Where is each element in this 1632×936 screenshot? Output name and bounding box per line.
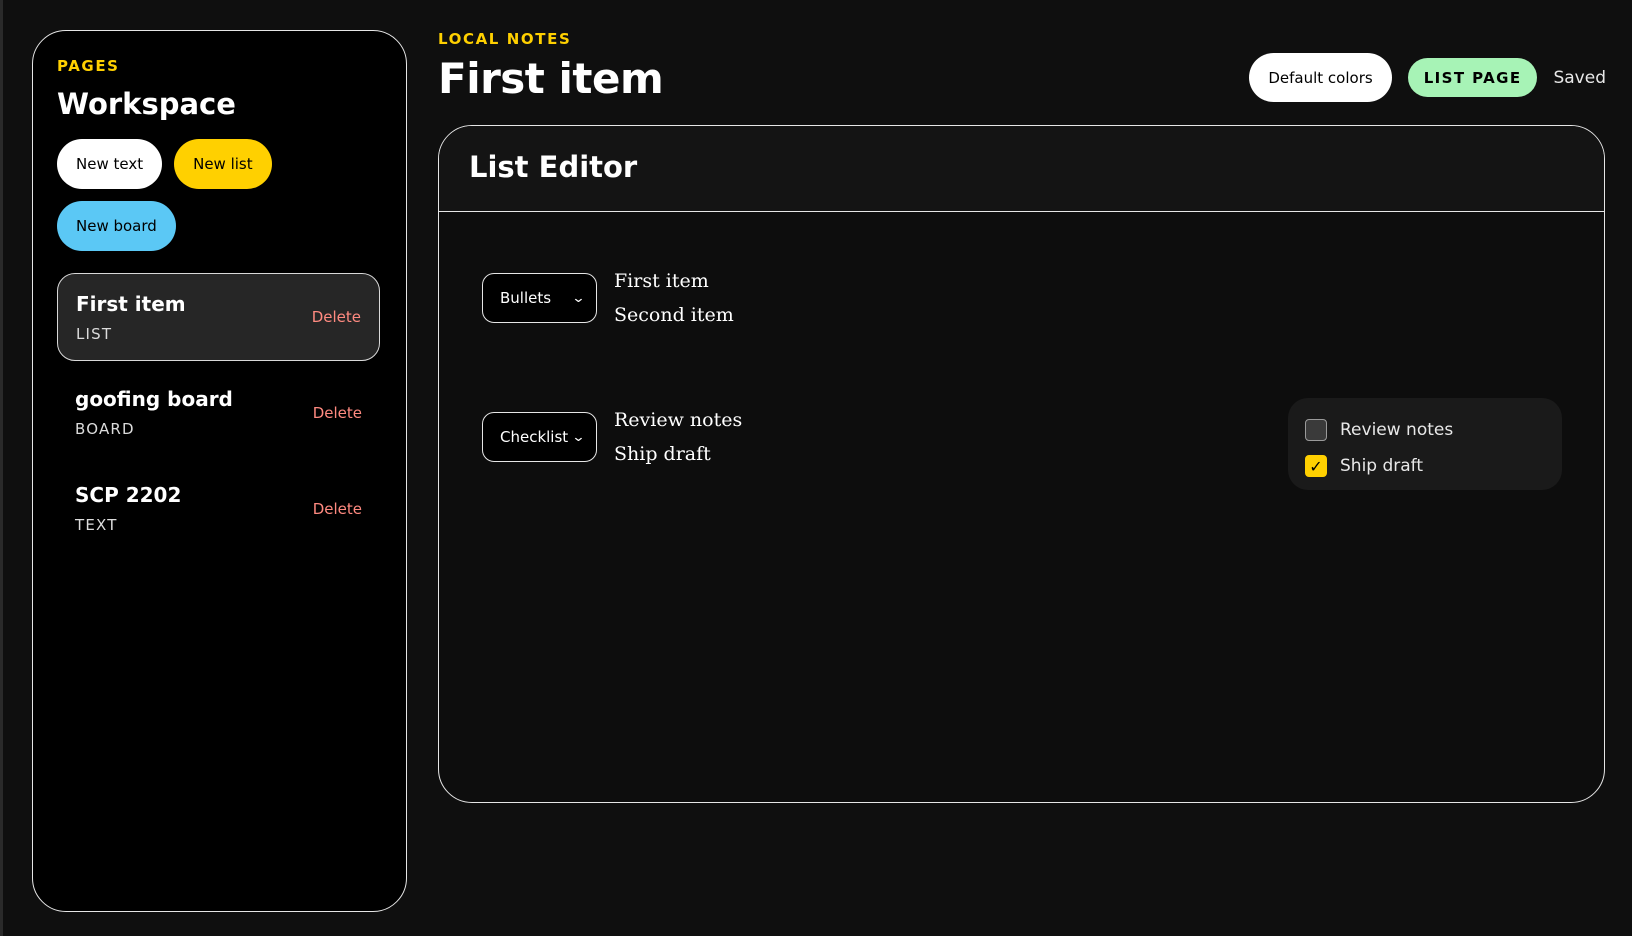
default-colors-button[interactable]: Default colors bbox=[1249, 53, 1392, 102]
sidebar-eyebrow: PAGES bbox=[57, 57, 120, 75]
window-edge bbox=[0, 0, 3, 936]
checklist-label: Ship draft bbox=[1340, 456, 1424, 476]
page-item-type: BOARD bbox=[75, 420, 135, 438]
checkbox-checked[interactable]: ✓ bbox=[1305, 455, 1327, 477]
page-item-scp-2202[interactable]: SCP 2202 TEXT Delete bbox=[57, 465, 380, 553]
list-item: Ship draft bbox=[614, 443, 711, 465]
list-item: First item bbox=[614, 270, 709, 292]
workspace-title: Workspace bbox=[57, 87, 236, 121]
list-block-bullets: Bullets ⌄ First item Second item bbox=[482, 264, 734, 332]
list-block-checklist: Checklist ⌄ Review notes Ship draft bbox=[482, 403, 742, 471]
list-items-text[interactable]: Review notes Ship draft bbox=[614, 403, 742, 471]
sidebar: PAGES Workspace New text New list New bo… bbox=[32, 30, 407, 912]
page-item-goofing-board[interactable]: goofing board BOARD Delete bbox=[57, 369, 380, 457]
page-item-type: LIST bbox=[76, 325, 113, 343]
app: PAGES Workspace New text New list New bo… bbox=[0, 0, 1632, 936]
new-board-button[interactable]: New board bbox=[57, 201, 176, 251]
checklist-row: Review notes bbox=[1305, 412, 1545, 448]
list-style-select[interactable]: Checklist ⌄ bbox=[482, 412, 597, 462]
delete-page-button[interactable]: Delete bbox=[313, 404, 362, 422]
header-eyebrow: LOCAL NOTES bbox=[438, 30, 572, 48]
editor-title: List Editor bbox=[469, 150, 638, 184]
new-list-button[interactable]: New list bbox=[174, 139, 272, 189]
list-style-select[interactable]: Bullets ⌄ bbox=[482, 273, 597, 323]
chevron-down-icon: ⌄ bbox=[571, 429, 586, 445]
main-header: LOCAL NOTES First item bbox=[438, 30, 664, 103]
editor-header: List Editor bbox=[439, 126, 1604, 212]
list-style-value: Bullets bbox=[500, 289, 552, 307]
delete-page-button[interactable]: Delete bbox=[313, 500, 362, 518]
new-page-buttons: New text New list New board bbox=[57, 139, 317, 251]
checklist-preview: Review notes ✓ Ship draft bbox=[1288, 398, 1562, 490]
page-list: First item LIST Delete goofing board BOA… bbox=[57, 273, 382, 553]
checklist-label: Review notes bbox=[1340, 420, 1454, 440]
save-status: Saved bbox=[1553, 67, 1606, 88]
list-item: Second item bbox=[614, 304, 734, 326]
page-item-type: TEXT bbox=[75, 516, 118, 534]
checklist-row: ✓ Ship draft bbox=[1305, 448, 1545, 484]
delete-page-button[interactable]: Delete bbox=[312, 308, 361, 326]
new-text-button[interactable]: New text bbox=[57, 139, 163, 189]
list-editor-card: List Editor Bullets ⌄ First item Second … bbox=[438, 125, 1605, 803]
header-actions: Default colors LIST PAGE Saved bbox=[1249, 53, 1606, 102]
page-title: First item bbox=[438, 54, 664, 103]
checkbox-unchecked[interactable] bbox=[1305, 419, 1327, 441]
list-style-value: Checklist bbox=[500, 428, 569, 446]
list-items-text[interactable]: First item Second item bbox=[614, 264, 734, 332]
page-item-first-item[interactable]: First item LIST Delete bbox=[57, 273, 380, 361]
page-type-badge: LIST PAGE bbox=[1407, 58, 1538, 97]
list-item: Review notes bbox=[614, 409, 743, 431]
chevron-down-icon: ⌄ bbox=[571, 290, 586, 306]
